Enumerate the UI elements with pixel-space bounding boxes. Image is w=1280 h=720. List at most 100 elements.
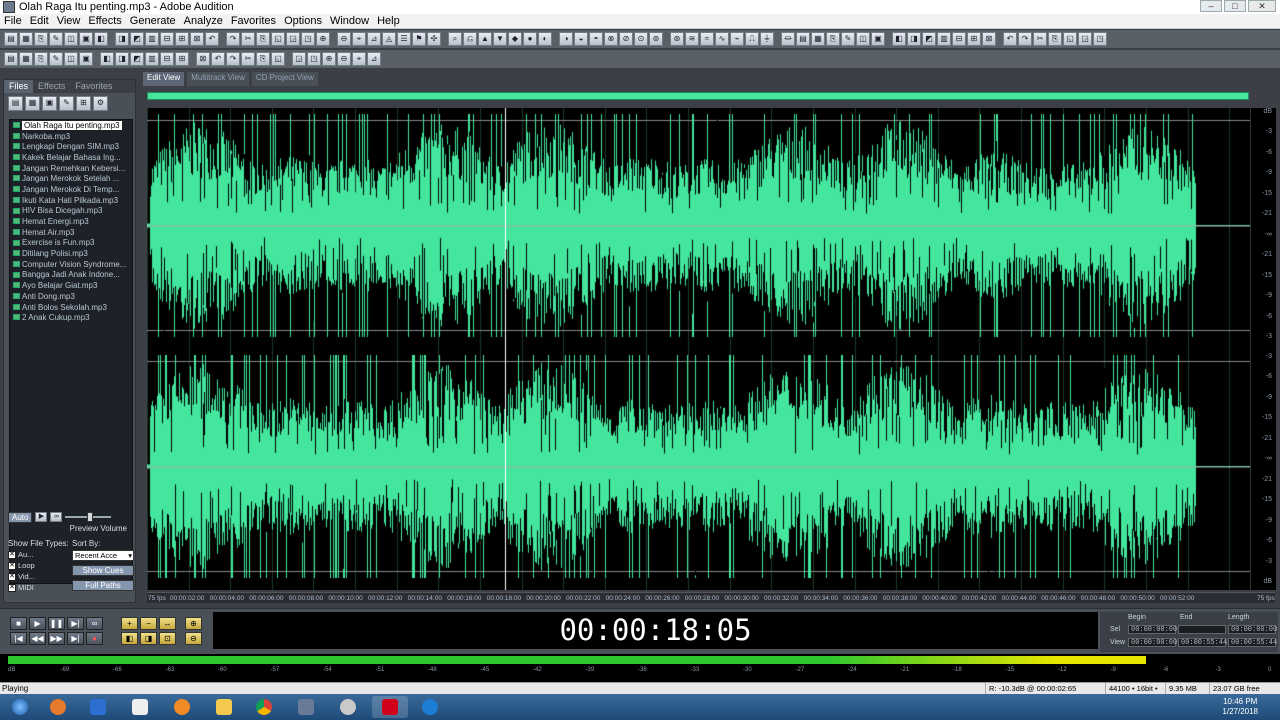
toolbar-tool-icon[interactable]: ◱ xyxy=(271,32,285,46)
toolbar-tool-icon[interactable]: ◩ xyxy=(922,32,936,46)
menu-help[interactable]: Help xyxy=(373,15,404,27)
toolbar-tool-icon[interactable]: ▥ xyxy=(937,32,951,46)
toolbar-tool-icon[interactable]: ◨ xyxy=(115,32,129,46)
toolbar-tool-icon[interactable]: ▼ xyxy=(493,32,507,46)
file-list-item[interactable]: 2 Anak Cukup.mp3 xyxy=(10,312,132,323)
toolbar-tool-icon[interactable]: ▤ xyxy=(4,52,18,66)
file-list-item[interactable]: Ikuti Kata Hati Pilkada.mp3 xyxy=(10,195,132,206)
toolbar-tool-icon[interactable]: ↷ xyxy=(226,52,240,66)
toolbar-tool-icon[interactable]: ◧ xyxy=(94,32,108,46)
toolbar-tool-icon[interactable]: ⎘ xyxy=(256,32,270,46)
disc-taskbar-icon[interactable] xyxy=(330,696,366,718)
toolbar-tool-icon[interactable]: ✂ xyxy=(1033,32,1047,46)
system-clock[interactable]: 10:46 PM 1/27/2018 xyxy=(1222,697,1258,717)
toolbar-tool-icon[interactable]: ● xyxy=(523,32,537,46)
stop-button[interactable]: ■ xyxy=(10,617,27,630)
close-button[interactable]: ✕ xyxy=(1248,0,1276,12)
toolbar-tool-icon[interactable]: ▦ xyxy=(811,32,825,46)
zoom-left-icon[interactable]: ◧ xyxy=(121,632,138,645)
toolbar-tool-icon[interactable]: ▥ xyxy=(145,52,159,66)
toolbar-tool-icon[interactable]: ≋ xyxy=(685,32,699,46)
toolbar-tool-icon[interactable]: ⊟ xyxy=(160,52,174,66)
time-ruler[interactable]: 75 fps 75 fps 00:00:02:00 00:00:04:00 00:00:… xyxy=(147,592,1275,603)
waveform-canvas[interactable] xyxy=(147,108,1250,590)
toolbar-tool-icon[interactable]: ◓ xyxy=(589,32,603,46)
toolbar-tool-icon[interactable]: ◩ xyxy=(130,32,144,46)
zoom-full-icon[interactable]: ↔ xyxy=(159,617,176,630)
toolbar-tool-icon[interactable]: ⌕ xyxy=(448,32,462,46)
preview-volume-slider[interactable] xyxy=(65,512,112,522)
internet-explorer-taskbar-icon[interactable] xyxy=(40,696,76,718)
toolbar-tool-icon[interactable]: ⊙ xyxy=(634,32,648,46)
toolbar-tool-icon[interactable]: ⊗ xyxy=(604,32,618,46)
insert-icon[interactable]: ⊞ xyxy=(76,96,91,111)
loop-preview-icon[interactable]: ∞ xyxy=(50,512,63,522)
toolbar-tool-icon[interactable]: ✎ xyxy=(49,52,63,66)
file-list-item[interactable]: Jangan Merokok Di Temp... xyxy=(10,184,132,195)
toolbar-tool-icon[interactable]: ↷ xyxy=(1018,32,1032,46)
toolbar-tool-icon[interactable]: ↷ xyxy=(226,32,240,46)
file-list-item[interactable]: Exercise is Fun.mp3 xyxy=(10,238,132,249)
toolbar-tool-icon[interactable]: ⊞ xyxy=(175,32,189,46)
folder-taskbar-icon[interactable] xyxy=(206,696,242,718)
toolbar-tool-icon[interactable]: ▣ xyxy=(871,32,885,46)
toolbar-tool-icon[interactable]: ⎍ xyxy=(745,32,759,46)
toolbar-tool-icon[interactable]: ↶ xyxy=(1003,32,1017,46)
tab-favorites[interactable]: Favorites xyxy=(70,80,117,93)
sort-by-select[interactable]: Recent Acce ▾ xyxy=(72,550,134,561)
toolbar-tool-icon[interactable]: ◲ xyxy=(292,52,306,66)
media-taskbar-icon[interactable] xyxy=(122,696,158,718)
view-end-field[interactable]: 00:00:55:44 xyxy=(1178,638,1227,647)
play-button[interactable]: ▶ xyxy=(29,617,46,630)
toolbar-tool-icon[interactable]: ⊚ xyxy=(649,32,663,46)
toolbar-tool-icon[interactable]: ◨ xyxy=(907,32,921,46)
menu-generate[interactable]: Generate xyxy=(126,15,180,27)
toolbar-tool-icon[interactable]: ◫ xyxy=(64,52,78,66)
toolbar-tool-icon[interactable]: ◳ xyxy=(307,52,321,66)
record-button[interactable]: ● xyxy=(86,632,103,645)
toolbar-tool-icon[interactable]: ◨ xyxy=(115,52,129,66)
file-list-item[interactable]: Anti Bolos Sekolah.mp3 xyxy=(10,302,132,313)
file-list-item[interactable]: HIV Bisa Dicegah.mp3 xyxy=(10,206,132,217)
close-file-icon[interactable]: ▣ xyxy=(42,96,57,111)
file-type-checkbox[interactable]: ✕ Vid... xyxy=(8,572,72,581)
toolbar-tool-icon[interactable]: ⏛ xyxy=(781,32,795,46)
toolbar-tool-icon[interactable]: ◫ xyxy=(856,32,870,46)
toolbar-tool-icon[interactable]: ▦ xyxy=(19,52,33,66)
file-list-item[interactable]: Bangga Jadi Anak Indone... xyxy=(10,270,132,281)
checkbox-icon[interactable]: ✕ xyxy=(8,561,16,570)
auto-play-button[interactable]: Auto xyxy=(8,511,33,523)
toolbar-tool-icon[interactable]: ▣ xyxy=(79,32,93,46)
zoom-out-horizontal-icon[interactable]: − xyxy=(140,617,157,630)
toolbar-tool-icon[interactable]: ⊖ xyxy=(337,32,351,46)
tool-taskbar-icon[interactable] xyxy=(288,696,324,718)
toolbar-tool-icon[interactable]: ◲ xyxy=(286,32,300,46)
toolbar-tool-icon[interactable]: ✎ xyxy=(49,32,63,46)
play-preview-icon[interactable]: ▶ xyxy=(35,512,48,522)
file-list-item[interactable]: Jangan Remehkan Kebersi... xyxy=(10,163,132,174)
file-list-item[interactable]: Hemat Energi.mp3 xyxy=(10,216,132,227)
go-to-end-button[interactable]: ▶| xyxy=(67,632,84,645)
toolbar-tool-icon[interactable]: ✂ xyxy=(241,52,255,66)
loop-button[interactable]: ∞ xyxy=(86,617,103,630)
toolbar-tool-icon[interactable]: ◆ xyxy=(508,32,522,46)
rewind-button[interactable]: ◀◀ xyxy=(29,632,46,645)
toolbar-tool-icon[interactable]: ◱ xyxy=(1063,32,1077,46)
file-list-item[interactable]: Anti Dong.mp3 xyxy=(10,291,132,302)
toolbar-tool-icon[interactable]: ⊠ xyxy=(190,32,204,46)
toolbar-tool-icon[interactable]: ✣ xyxy=(427,32,441,46)
toolbar-tool-icon[interactable]: ⏚ xyxy=(760,32,774,46)
checkbox-icon[interactable]: ✕ xyxy=(8,583,16,592)
fast-forward-button[interactable]: ▶▶ xyxy=(48,632,65,645)
toolbar-tool-icon[interactable]: ⊠ xyxy=(982,32,996,46)
toolbar-tool-icon[interactable]: ⊕ xyxy=(316,32,330,46)
full-paths-button[interactable]: Full Paths xyxy=(72,580,134,591)
toolbar-tool-icon[interactable]: ⚑ xyxy=(412,32,426,46)
menu-effects[interactable]: Effects xyxy=(84,15,125,27)
toolbar-tool-icon[interactable]: ▤ xyxy=(4,32,18,46)
minimize-button[interactable]: – xyxy=(1200,0,1222,12)
sel-end-field[interactable] xyxy=(1178,625,1226,634)
show-cues-button[interactable]: Show Cues xyxy=(72,565,134,576)
checkbox-icon[interactable]: ✕ xyxy=(8,550,16,559)
toolbar-tool-icon[interactable]: ◧ xyxy=(892,32,906,46)
